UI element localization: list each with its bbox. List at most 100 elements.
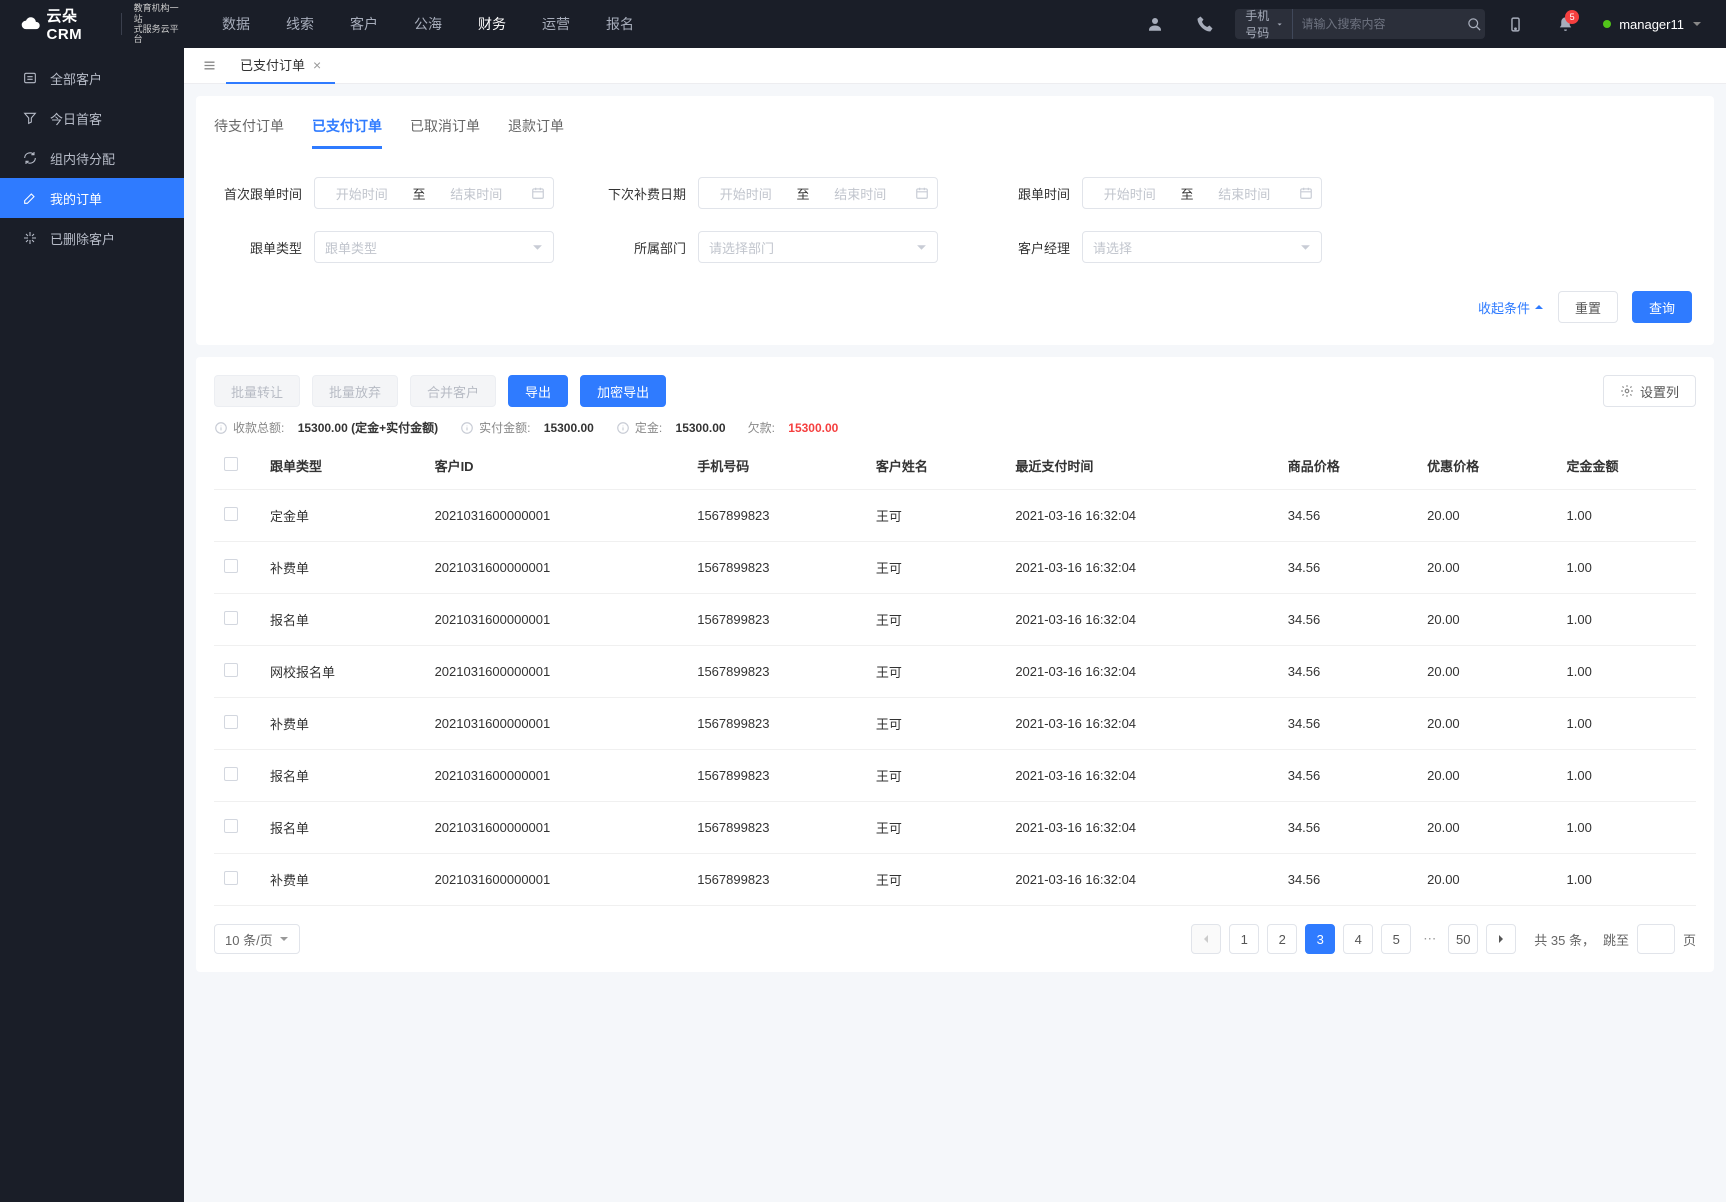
label-manager: 客户经理 [986,238,1070,257]
sidebar-item[interactable]: 全部客户 [0,58,184,98]
device-icon[interactable] [1495,0,1535,48]
page-last[interactable]: 50 [1448,924,1478,954]
jump-input[interactable] [1637,924,1675,954]
status-dot-icon [1603,20,1611,28]
sub-tab[interactable]: 待支付订单 [214,116,284,149]
bulk-transfer-button[interactable]: 批量转让 [214,375,300,407]
page-num[interactable]: 2 [1267,924,1297,954]
cell-time: 2021-03-16 16:32:04 [1005,594,1277,646]
sidebar-item[interactable]: 已删除客户 [0,218,184,258]
bell-icon[interactable]: 5 [1545,0,1585,48]
cell-disc: 20.00 [1417,594,1556,646]
table-row[interactable]: 定金单20210316000000011567899823王可2021-03-1… [214,490,1696,542]
page-tab-paid[interactable]: 已支付订单 × [226,48,335,84]
sub-tab[interactable]: 已支付订单 [312,116,382,149]
cell-type: 补费单 [260,698,425,750]
table-row[interactable]: 补费单20210316000000011567899823王可2021-03-1… [214,698,1696,750]
collapse-label: 收起条件 [1478,298,1530,317]
page-next[interactable] [1486,924,1516,954]
close-icon[interactable]: × [313,57,321,73]
table-row[interactable]: 网校报名单20210316000000011567899823王可2021-03… [214,646,1696,698]
cell-cid: 2021031600000001 [425,698,688,750]
next-fee-range[interactable]: 开始时间 至 结束时间 [698,177,938,209]
cell-phone: 1567899823 [687,750,866,802]
cell-name: 王可 [866,646,1005,698]
table-row[interactable]: 补费单20210316000000011567899823王可2021-03-1… [214,854,1696,906]
cell-type: 报名单 [260,594,425,646]
table-row[interactable]: 报名单20210316000000011567899823王可2021-03-1… [214,802,1696,854]
info-icon [214,421,228,435]
cell-type: 网校报名单 [260,646,425,698]
encrypted-export-button[interactable]: 加密导出 [580,375,666,407]
top-nav-item[interactable]: 报名 [588,0,652,48]
menu-icon [202,58,217,73]
manager-select[interactable]: 请选择 [1082,231,1322,263]
follow-time-range[interactable]: 开始时间 至 结束时间 [1082,177,1322,209]
top-nav-item[interactable]: 运营 [524,0,588,48]
bulk-abandon-button[interactable]: 批量放弃 [312,375,398,407]
reset-button[interactable]: 重置 [1558,291,1618,323]
first-follow-range[interactable]: 开始时间 至 结束时间 [314,177,554,209]
table-row[interactable]: 报名单20210316000000011567899823王可2021-03-1… [214,594,1696,646]
cell-dep: 1.00 [1557,594,1696,646]
sidebar-item[interactable]: 我的订单 [0,178,184,218]
cloud-icon [20,13,41,35]
table-row[interactable]: 补费单20210316000000011567899823王可2021-03-1… [214,542,1696,594]
cell-price: 34.56 [1278,750,1417,802]
search-box: 手机号码 [1235,9,1485,39]
dept-select[interactable]: 请选择部门 [698,231,938,263]
sidebar-item[interactable]: 组内待分配 [0,138,184,178]
row-checkbox[interactable] [224,767,238,781]
info-icon [460,421,474,435]
query-button[interactable]: 查询 [1632,291,1692,323]
collapse-filters-link[interactable]: 收起条件 [1478,298,1544,317]
page-num[interactable]: 1 [1229,924,1259,954]
row-checkbox[interactable] [224,611,238,625]
export-button[interactable]: 导出 [508,375,568,407]
top-nav-item[interactable]: 财务 [460,0,524,48]
search-input[interactable] [1293,17,1464,31]
top-nav-item[interactable]: 公海 [396,0,460,48]
top-nav-item[interactable]: 客户 [332,0,396,48]
merge-client-button[interactable]: 合并客户 [410,375,496,407]
logo[interactable]: 云朵CRM 教育机构一站式服务云平台 [0,3,184,44]
cell-phone: 1567899823 [687,802,866,854]
row-checkbox[interactable] [224,819,238,833]
page-size-select[interactable]: 10 条/页 [214,924,300,954]
columns-button[interactable]: 设置列 [1603,375,1696,407]
row-checkbox[interactable] [224,507,238,521]
row-checkbox[interactable] [224,715,238,729]
sidebar-item[interactable]: 今日首客 [0,98,184,138]
search-type-select[interactable]: 手机号码 [1235,9,1293,39]
chevron-down-icon [1277,20,1282,29]
follow-type-select[interactable]: 跟单类型 [314,231,554,263]
user-menu[interactable]: manager11 [1595,17,1710,32]
person-icon[interactable] [1135,0,1175,48]
select-all-checkbox[interactable] [224,457,238,471]
row-checkbox[interactable] [224,559,238,573]
search-type-label: 手机号码 [1245,9,1273,39]
sidebar-toggle[interactable] [192,48,226,84]
page-num[interactable]: 3 [1305,924,1335,954]
phone-icon[interactable] [1185,0,1225,48]
page-num[interactable]: 5 [1381,924,1411,954]
top-nav-item[interactable]: 线索 [268,0,332,48]
cell-cid: 2021031600000001 [425,490,688,542]
top-nav-item[interactable]: 数据 [204,0,268,48]
search-button[interactable] [1464,9,1485,39]
row-checkbox[interactable] [224,663,238,677]
select-placeholder: 请选择 [1093,238,1132,257]
page-tab-label: 已支付订单 [240,55,305,74]
sub-tab[interactable]: 退款订单 [508,116,564,149]
row-checkbox[interactable] [224,871,238,885]
cell-disc: 20.00 [1417,646,1556,698]
end-ph: 结束时间 [430,184,524,203]
sub-tab[interactable]: 已取消订单 [410,116,480,149]
page-num[interactable]: 4 [1343,924,1373,954]
select-placeholder: 跟单类型 [325,238,377,257]
cell-price: 34.56 [1278,542,1417,594]
select-placeholder: 请选择部门 [709,238,774,257]
table-row[interactable]: 报名单20210316000000011567899823王可2021-03-1… [214,750,1696,802]
page-prev[interactable] [1191,924,1221,954]
sum-total: 收款总额: 15300.00 (定金+实付金额) [214,419,438,436]
